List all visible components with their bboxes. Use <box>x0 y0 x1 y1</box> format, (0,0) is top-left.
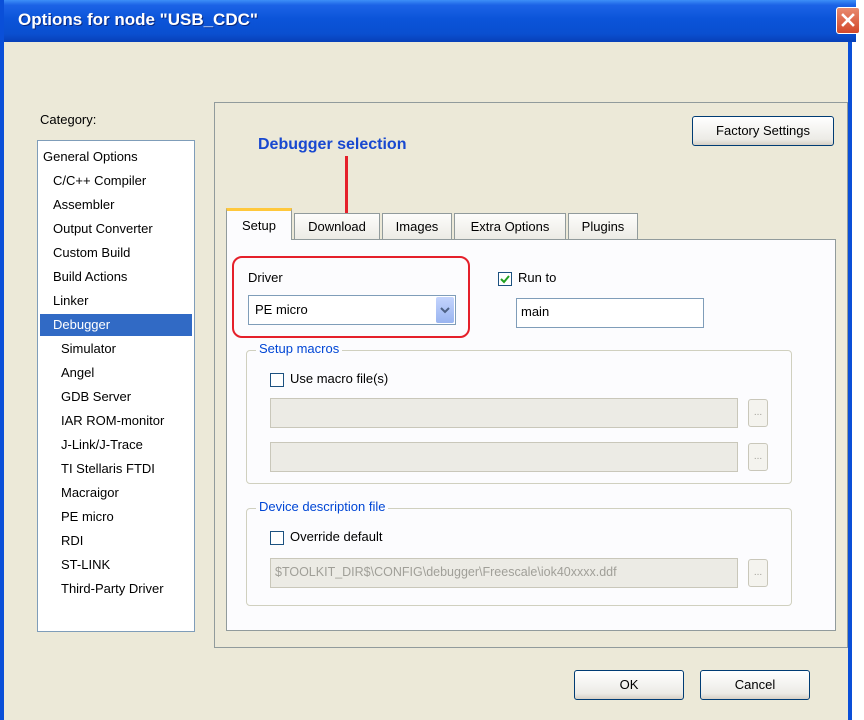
tab-extra-options[interactable]: Extra Options <box>454 213 566 239</box>
category-item-custom-build[interactable]: Custom Build <box>50 242 133 264</box>
run-to-label: Run to <box>518 270 557 285</box>
device-description-path-input[interactable]: $TOOLKIT_DIR$\CONFIG\debugger\Freescale\… <box>270 558 738 588</box>
category-item-pe-micro[interactable]: PE micro <box>58 506 117 528</box>
category-item-ti-stellaris-ftdi[interactable]: TI Stellaris FTDI <box>58 458 158 480</box>
category-item-general-options[interactable]: General Options <box>40 146 141 168</box>
category-list: General Options C/C++ Compiler Assembler… <box>37 140 195 632</box>
tab-setup[interactable]: Setup <box>226 208 292 240</box>
use-macro-label: Use macro file(s) <box>290 371 389 386</box>
category-item-debugger[interactable]: Debugger <box>40 314 192 336</box>
category-item-assembler[interactable]: Assembler <box>50 194 117 216</box>
cancel-button[interactable]: Cancel <box>700 670 810 700</box>
category-item-output-converter[interactable]: Output Converter <box>50 218 156 240</box>
category-item-cpp-compiler[interactable]: C/C++ Compiler <box>50 170 149 192</box>
title-bar[interactable]: Options for node "USB_CDC" <box>4 0 860 42</box>
category-item-iar-rom-monitor[interactable]: IAR ROM-monitor <box>58 410 167 432</box>
browse-macro-1-button[interactable]: ... <box>748 399 768 427</box>
category-item-st-link[interactable]: ST-LINK <box>58 554 113 576</box>
checkmark-icon <box>500 275 510 284</box>
browse-macro-2-button[interactable]: ... <box>748 443 768 471</box>
driver-highlight-box <box>232 256 470 338</box>
tab-plugins[interactable]: Plugins <box>568 213 638 239</box>
device-description-title: Device description file <box>256 499 389 514</box>
run-to-input[interactable]: main <box>516 298 704 328</box>
device-description-group <box>246 508 792 606</box>
override-default-checkbox[interactable] <box>270 531 284 545</box>
browse-ddf-button[interactable]: ... <box>748 559 768 587</box>
macro-file-input-2[interactable] <box>270 442 738 472</box>
category-item-rdi[interactable]: RDI <box>58 530 86 552</box>
tab-download[interactable]: Download <box>294 213 380 239</box>
category-item-linker[interactable]: Linker <box>50 290 91 312</box>
run-to-checkbox[interactable] <box>498 272 512 286</box>
macro-file-input-1[interactable] <box>270 398 738 428</box>
category-item-build-actions[interactable]: Build Actions <box>50 266 130 288</box>
override-default-label: Override default <box>290 529 383 544</box>
close-icon <box>841 13 855 27</box>
category-item-third-party-driver[interactable]: Third-Party Driver <box>58 578 167 600</box>
category-item-gdb-server[interactable]: GDB Server <box>58 386 134 408</box>
category-item-simulator[interactable]: Simulator <box>58 338 119 360</box>
tab-images[interactable]: Images <box>382 213 452 239</box>
close-button[interactable] <box>836 7 860 34</box>
annotation-debugger-selection: Debugger selection <box>258 136 407 153</box>
ok-button[interactable]: OK <box>574 670 684 700</box>
category-item-macraigor[interactable]: Macraigor <box>58 482 122 504</box>
category-item-jlink-jtrace[interactable]: J-Link/J-Trace <box>58 434 146 456</box>
category-item-angel[interactable]: Angel <box>58 362 97 384</box>
setup-macros-title: Setup macros <box>256 341 343 356</box>
category-label: Category: <box>40 112 97 127</box>
window-title: Options for node "USB_CDC" <box>18 10 258 29</box>
use-macro-checkbox[interactable] <box>270 373 284 387</box>
factory-settings-button[interactable]: Factory Settings <box>692 116 834 146</box>
